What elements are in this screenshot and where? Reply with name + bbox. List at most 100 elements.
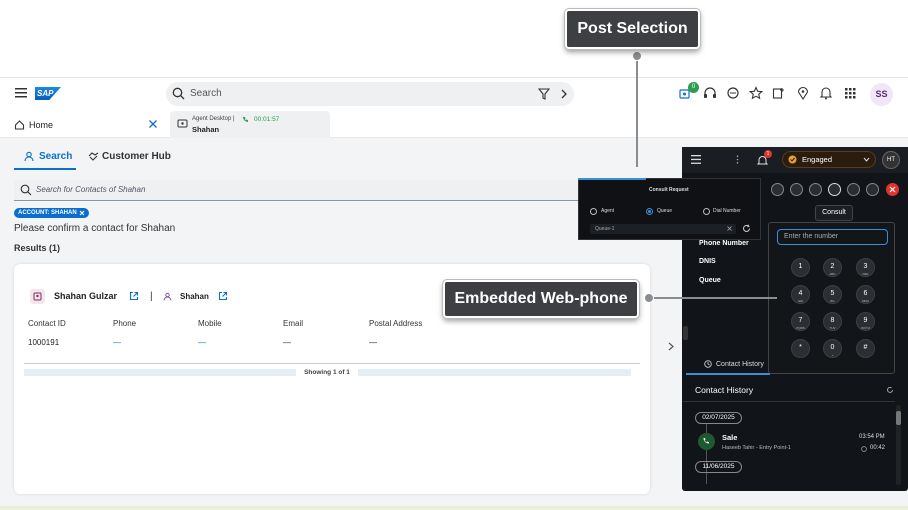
contact-name[interactable]: Shahan Gulzar	[54, 291, 117, 301]
contact-history-tab-label: Contact History	[716, 360, 764, 368]
name-separator: |	[150, 291, 153, 302]
subtab-customer-hub[interactable]: Customer Hub	[88, 151, 171, 162]
dial-key-1[interactable]: 1	[791, 258, 810, 277]
transfer-icon[interactable]	[847, 183, 860, 196]
history-divider	[683, 401, 895, 402]
webphone-avatar[interactable]: HT	[882, 151, 900, 169]
create-icon[interactable]	[772, 86, 786, 100]
headset-icon[interactable]	[703, 86, 717, 100]
agent-status-dropdown[interactable]: Engaged	[782, 151, 876, 168]
dial-key-0[interactable]: 0 +	[823, 339, 842, 358]
account-icon	[163, 292, 172, 301]
dial-key-3[interactable]: 3 DEF	[856, 258, 875, 277]
column-header: Mobile	[198, 319, 222, 328]
search-icon	[172, 87, 185, 100]
bottom-edge	[0, 506, 908, 510]
home-icon	[14, 120, 25, 130]
call-type-icon	[698, 433, 715, 450]
contact-id-cell[interactable]: 1000191	[28, 338, 59, 347]
agent-desktop-label: Agent Desktop |	[192, 116, 235, 122]
mute-icon[interactable]	[790, 183, 803, 196]
history-date: 11/06/2025	[695, 461, 742, 473]
history-time: 03:54 PM	[859, 434, 885, 440]
column-header: Phone	[113, 319, 137, 328]
tab-home[interactable]: Home	[14, 119, 53, 130]
dial-key-4[interactable]: 4 GHI	[791, 285, 810, 304]
app-grid-icon[interactable]	[843, 86, 857, 100]
subtab-customer-hub-label: Customer Hub	[102, 151, 171, 162]
record-icon[interactable]	[866, 183, 879, 196]
chat-icon[interactable]	[726, 86, 740, 100]
global-search[interactable]: Search	[166, 82, 574, 106]
dial-key-2[interactable]: 2 ABC	[823, 258, 842, 277]
bell-icon[interactable]	[819, 86, 833, 100]
more-options-icon[interactable]	[736, 155, 739, 164]
tab-contact-history[interactable]: Contact History	[686, 355, 770, 375]
queue-select[interactable]: Queue-1	[590, 224, 736, 234]
end-call-icon[interactable]	[886, 183, 899, 196]
star-icon[interactable]	[749, 86, 763, 100]
history-scrollbar[interactable]	[896, 405, 901, 485]
webphone-connector	[652, 297, 777, 299]
open-account-icon[interactable]	[218, 291, 228, 301]
column-header: Email	[283, 319, 304, 328]
dialpad-toggle-icon[interactable]	[771, 183, 784, 196]
contact-search-input[interactable]: Search for Contacts of Shahan	[14, 180, 578, 201]
person-search-icon	[24, 151, 34, 162]
consult-request-title: Consult Request	[649, 187, 689, 193]
contact-search-placeholder: Search for Contacts of Shahan	[36, 185, 146, 194]
search-placeholder: Search	[190, 88, 222, 99]
subtab-search[interactable]: Search	[24, 151, 72, 162]
radio-queue-label: Queue	[657, 208, 673, 214]
expand-panel-icon[interactable]	[668, 342, 674, 351]
dial-key-5[interactable]: 5 JKL	[823, 285, 842, 304]
close-tab-icon[interactable]	[148, 119, 158, 129]
agent-status-label: Engaged	[802, 155, 833, 164]
column-header: Postal Address	[369, 319, 423, 328]
location-icon[interactable]	[796, 86, 810, 100]
consult-icon[interactable]	[828, 183, 841, 196]
radio-queue[interactable]	[646, 208, 653, 215]
collapse-handle[interactable]	[683, 326, 688, 340]
search-icon	[20, 184, 32, 196]
open-contact-icon[interactable]	[129, 291, 139, 301]
post-selection-dot	[632, 51, 642, 61]
history-type[interactable]: Sale	[722, 433, 737, 442]
number-input[interactable]: Enter the number	[777, 229, 888, 245]
call-timer: 00:01:57	[254, 116, 280, 123]
account-name[interactable]: Shahan	[180, 292, 209, 301]
dial-key-9[interactable]: 9 WXYZ	[856, 312, 875, 331]
refresh-history-icon[interactable]	[886, 386, 894, 394]
menu-icon[interactable]	[15, 88, 27, 98]
account-filter-token[interactable]: ACCOUNT: SHAHAN	[14, 208, 89, 218]
email-cell: —	[283, 338, 291, 347]
webphone-menu-icon[interactable]	[691, 155, 701, 164]
embedded-webphone-callout: Embedded Web-phone	[443, 280, 639, 318]
user-avatar[interactable]: SS	[870, 83, 893, 106]
queue-label: Queue	[699, 277, 721, 284]
post-selection-callout: Post Selection	[565, 9, 700, 49]
dial-key-8[interactable]: 8 TUV	[823, 312, 842, 331]
mobile-cell: —	[198, 338, 206, 347]
tab-agent-desktop[interactable]: Agent Desktop | 00:01:57 Shahan	[170, 111, 330, 138]
dial-key-6[interactable]: 6 MNO	[856, 285, 875, 304]
phone-number-label: Phone Number	[699, 240, 749, 247]
dial-key-hash[interactable]: #	[856, 339, 875, 358]
radio-agent[interactable]	[590, 208, 597, 215]
status-icon	[788, 155, 797, 164]
history-duration: 00:42	[870, 445, 886, 451]
column-header: Contact ID	[28, 319, 66, 328]
remove-token-icon[interactable]	[79, 210, 85, 216]
duration-icon	[861, 446, 867, 452]
contact-history-title: Contact History	[695, 385, 754, 395]
filter-icon[interactable]	[538, 88, 550, 100]
clear-icon[interactable]	[727, 226, 732, 231]
hold-icon[interactable]	[809, 183, 822, 196]
refresh-icon[interactable]	[742, 224, 751, 233]
chevron-right-icon[interactable]	[560, 89, 568, 99]
radio-dial-number[interactable]	[703, 208, 710, 215]
dial-key-7[interactable]: 7 PQRS	[791, 312, 810, 331]
account-token-label: ACCOUNT: SHAHAN	[18, 210, 77, 216]
tab-home-label: Home	[29, 119, 54, 130]
dial-key-star[interactable]: *	[791, 339, 810, 358]
